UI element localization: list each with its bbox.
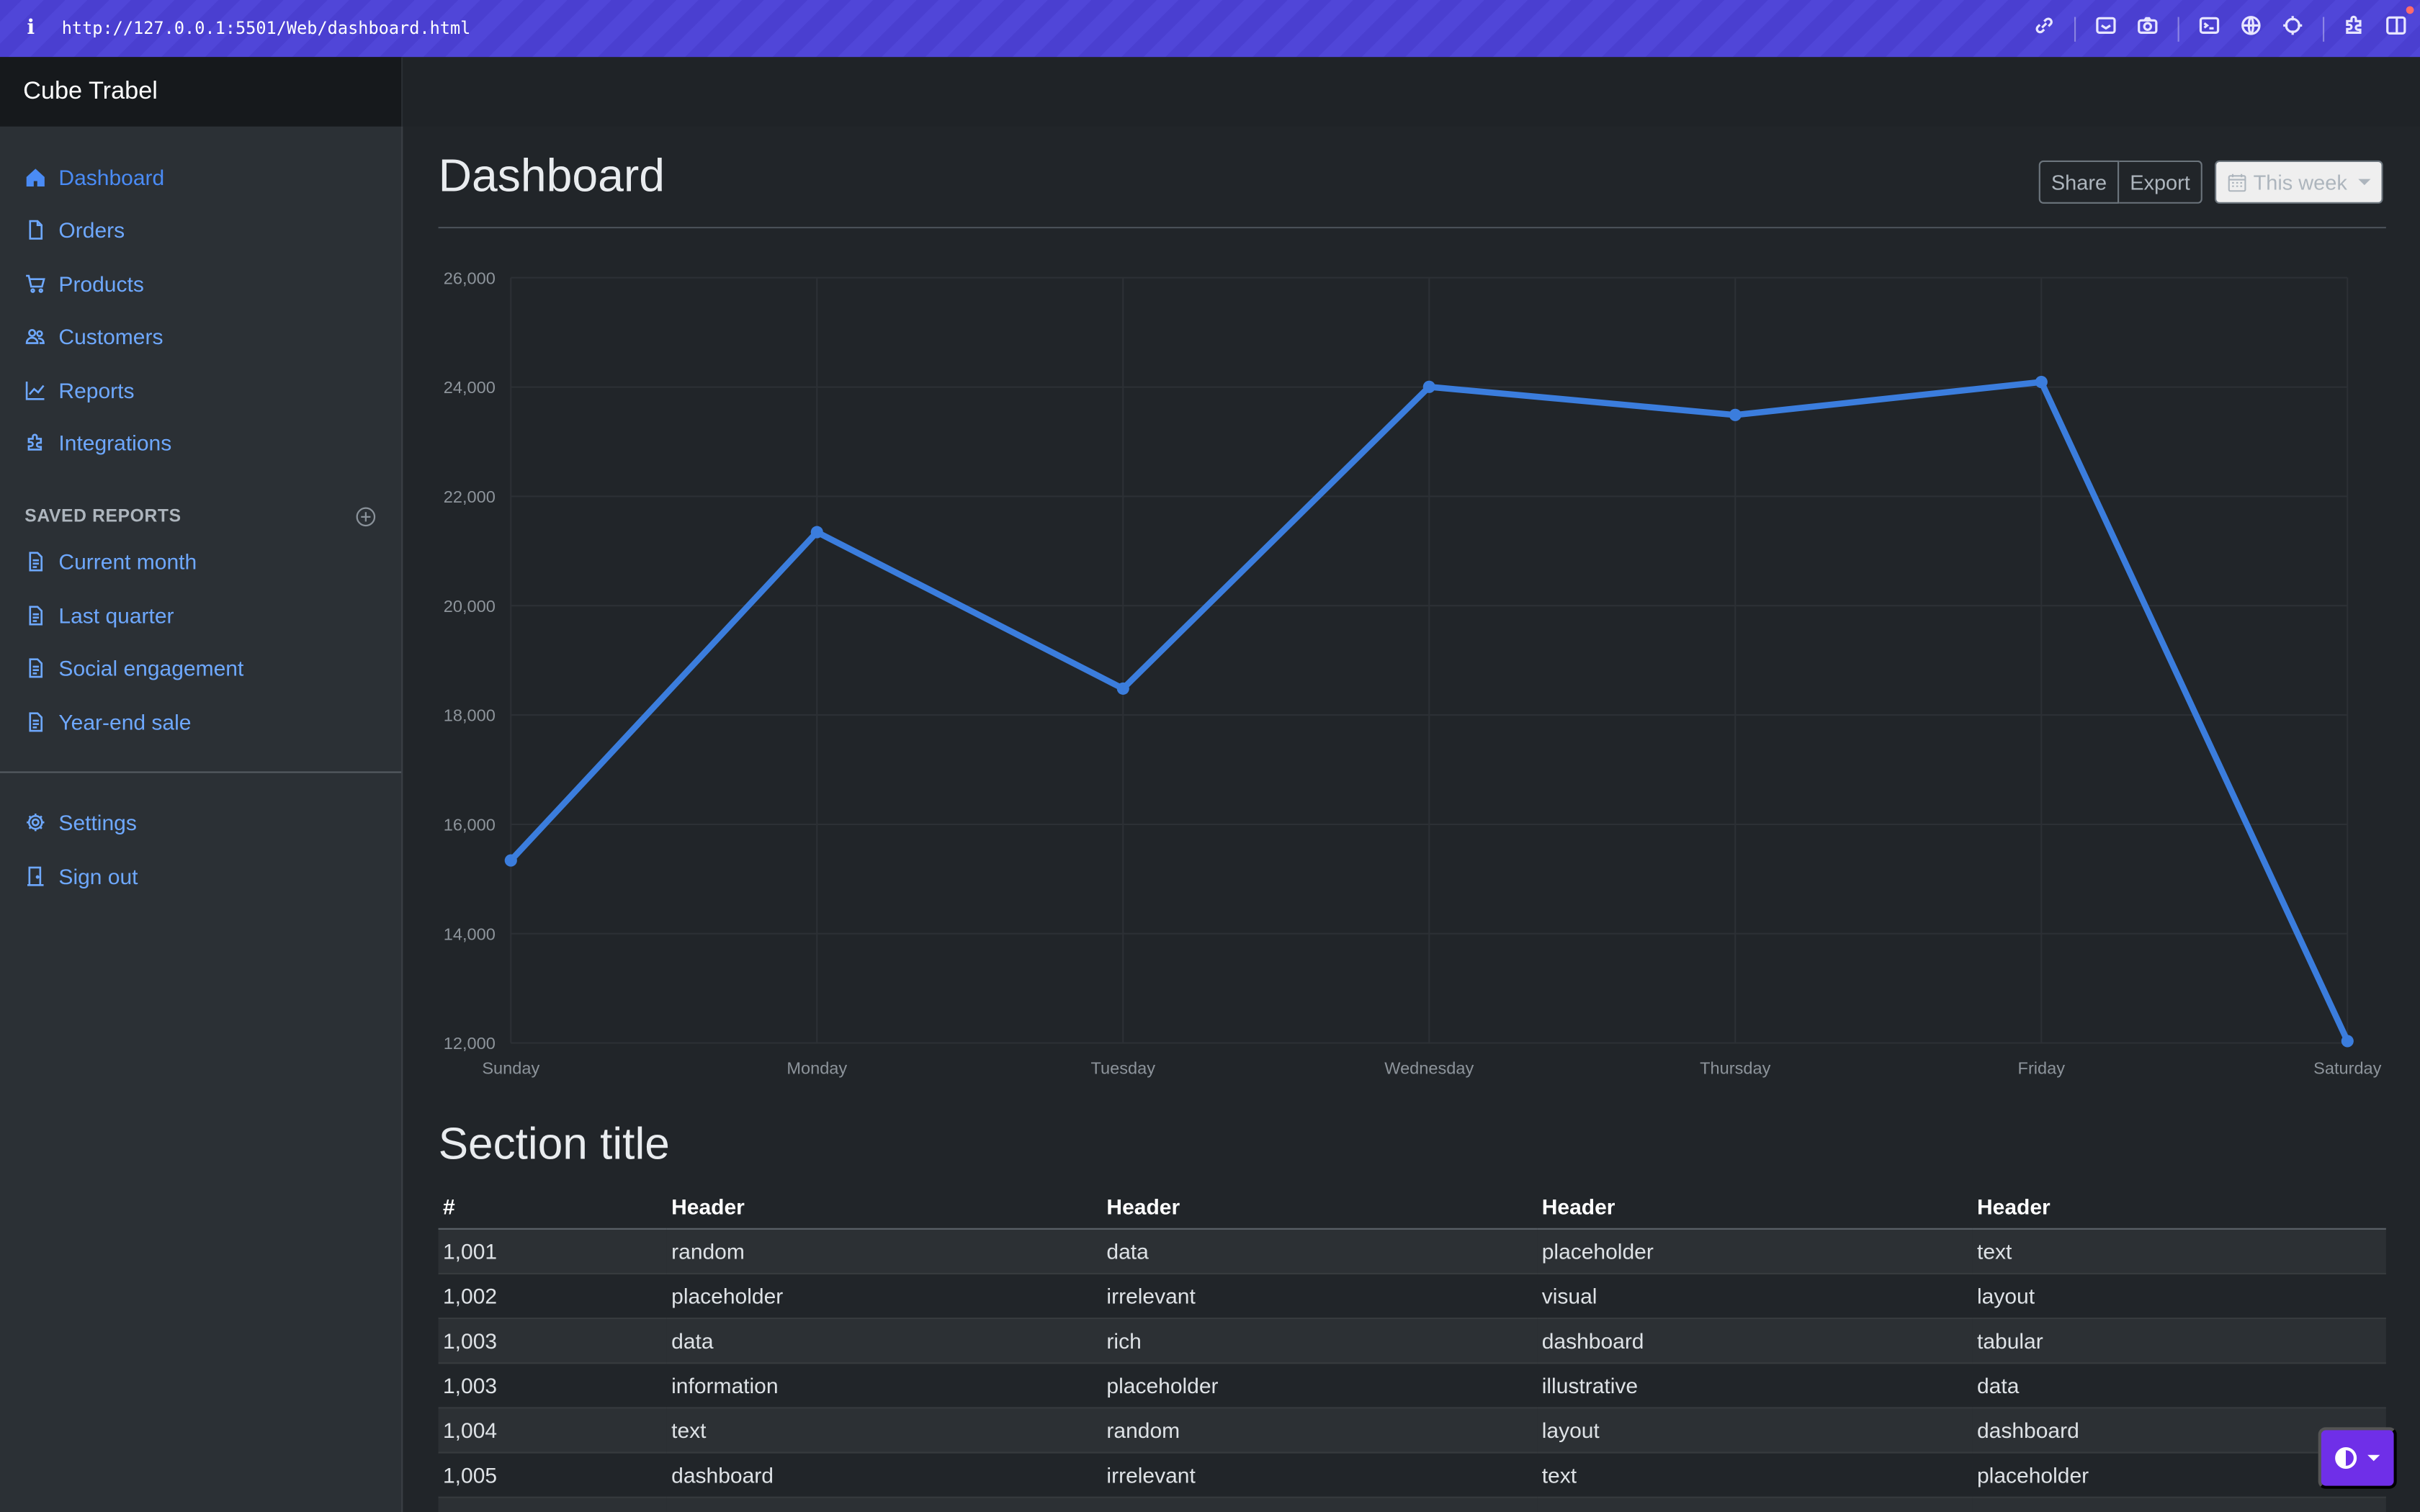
table-header: Header	[1972, 1184, 2386, 1230]
table-cell: 1,001	[438, 1228, 667, 1274]
y-tick-label: 22,000	[444, 487, 496, 506]
table-cell: irrelevant	[1102, 1452, 1538, 1498]
data-point	[1116, 682, 1129, 695]
table-header: Header	[1102, 1184, 1538, 1230]
table-cell: 1,004	[438, 1407, 667, 1453]
data-point	[504, 854, 517, 867]
data-point	[1422, 380, 1435, 393]
x-tick-label: Saturday	[2313, 1058, 2382, 1077]
table-cell: data	[666, 1317, 1102, 1364]
table-row: 1,004 text random layout dashboard	[438, 1407, 2386, 1453]
table-cell: rich	[1102, 1317, 1538, 1364]
x-tick-label: Wednesday	[1384, 1058, 1474, 1077]
y-tick-label: 16,000	[444, 815, 496, 834]
table-row: 1,002 placeholder irrelevant visual layo…	[438, 1272, 2386, 1319]
data-table: # Header Header Header Header 1,001 rand…	[438, 1184, 2386, 1512]
x-tick-label: Tuesday	[1091, 1058, 1156, 1077]
table-cell: layout	[1972, 1272, 2386, 1319]
table-cell: text	[1972, 1228, 2386, 1274]
x-tick-label: Friday	[2018, 1058, 2066, 1077]
table-cell: rich	[1537, 1496, 1973, 1512]
table-cell: dashboard	[666, 1452, 1102, 1498]
table-cell: 1,002	[438, 1272, 667, 1319]
table-cell: layout	[1537, 1407, 1973, 1453]
data-point	[2035, 375, 2048, 389]
x-tick-label: Monday	[786, 1058, 847, 1077]
table-cell: tabular	[1972, 1317, 2386, 1364]
table-cell: random	[666, 1228, 1102, 1274]
table-cell: text	[1537, 1452, 1973, 1498]
table-cell: illustrative	[1102, 1496, 1538, 1512]
table-cell: 1,003	[438, 1317, 667, 1364]
theme-toggle-button[interactable]	[2318, 1427, 2397, 1489]
data-point	[810, 526, 823, 539]
y-tick-label: 18,000	[444, 706, 496, 725]
chevron-down-icon	[2367, 1454, 2380, 1462]
table-cell: information	[666, 1362, 1102, 1408]
table-cell: 1,006	[438, 1496, 667, 1512]
data-point	[1729, 408, 1742, 421]
table-header: Header	[666, 1184, 1102, 1230]
table-cell: visual	[1537, 1272, 1973, 1319]
y-tick-label: 20,000	[444, 597, 496, 616]
y-tick-label: 12,000	[444, 1034, 496, 1053]
table-header: Header	[1537, 1184, 1973, 1230]
table-cell: data	[1972, 1362, 2386, 1408]
table-row: 1,003 information placeholder illustrati…	[438, 1362, 2386, 1408]
data-point	[2341, 1035, 2354, 1048]
section-title: Section title	[438, 1120, 670, 1170]
table-cell: irrelevant	[1102, 1272, 1538, 1319]
table-cell: data	[1102, 1228, 1538, 1274]
table-cell: text	[666, 1407, 1102, 1453]
y-tick-label: 24,000	[444, 378, 496, 397]
table-cell: dashboard	[1537, 1317, 1973, 1364]
table-row: 1,001 random data placeholder text	[438, 1228, 2386, 1274]
table-cell: dashboard	[666, 1496, 1102, 1512]
table-cell: placeholder	[666, 1272, 1102, 1319]
table-cell: data	[1972, 1496, 2386, 1512]
table-row: 1,005 dashboard irrelevant text placehol…	[438, 1452, 2386, 1498]
table-cell: illustrative	[1537, 1362, 1973, 1408]
x-tick-label: Sunday	[482, 1058, 539, 1077]
table-cell: placeholder	[1537, 1228, 1973, 1274]
x-tick-label: Thursday	[1700, 1058, 1770, 1077]
table-header: #	[438, 1184, 667, 1230]
table-row: 1,003 data rich dashboard tabular	[438, 1317, 2386, 1364]
table-cell: placeholder	[1102, 1362, 1538, 1408]
table-cell: 1,003	[438, 1362, 667, 1408]
table-header-row: # Header Header Header Header	[438, 1184, 2386, 1230]
table-cell: 1,005	[438, 1452, 667, 1498]
table-row: 1,006 dashboard illustrative rich data	[438, 1496, 2386, 1512]
half-circle-icon	[2335, 1446, 2357, 1469]
table-cell: random	[1102, 1407, 1538, 1453]
y-tick-label: 26,000	[444, 269, 496, 287]
y-tick-label: 14,000	[444, 924, 496, 943]
